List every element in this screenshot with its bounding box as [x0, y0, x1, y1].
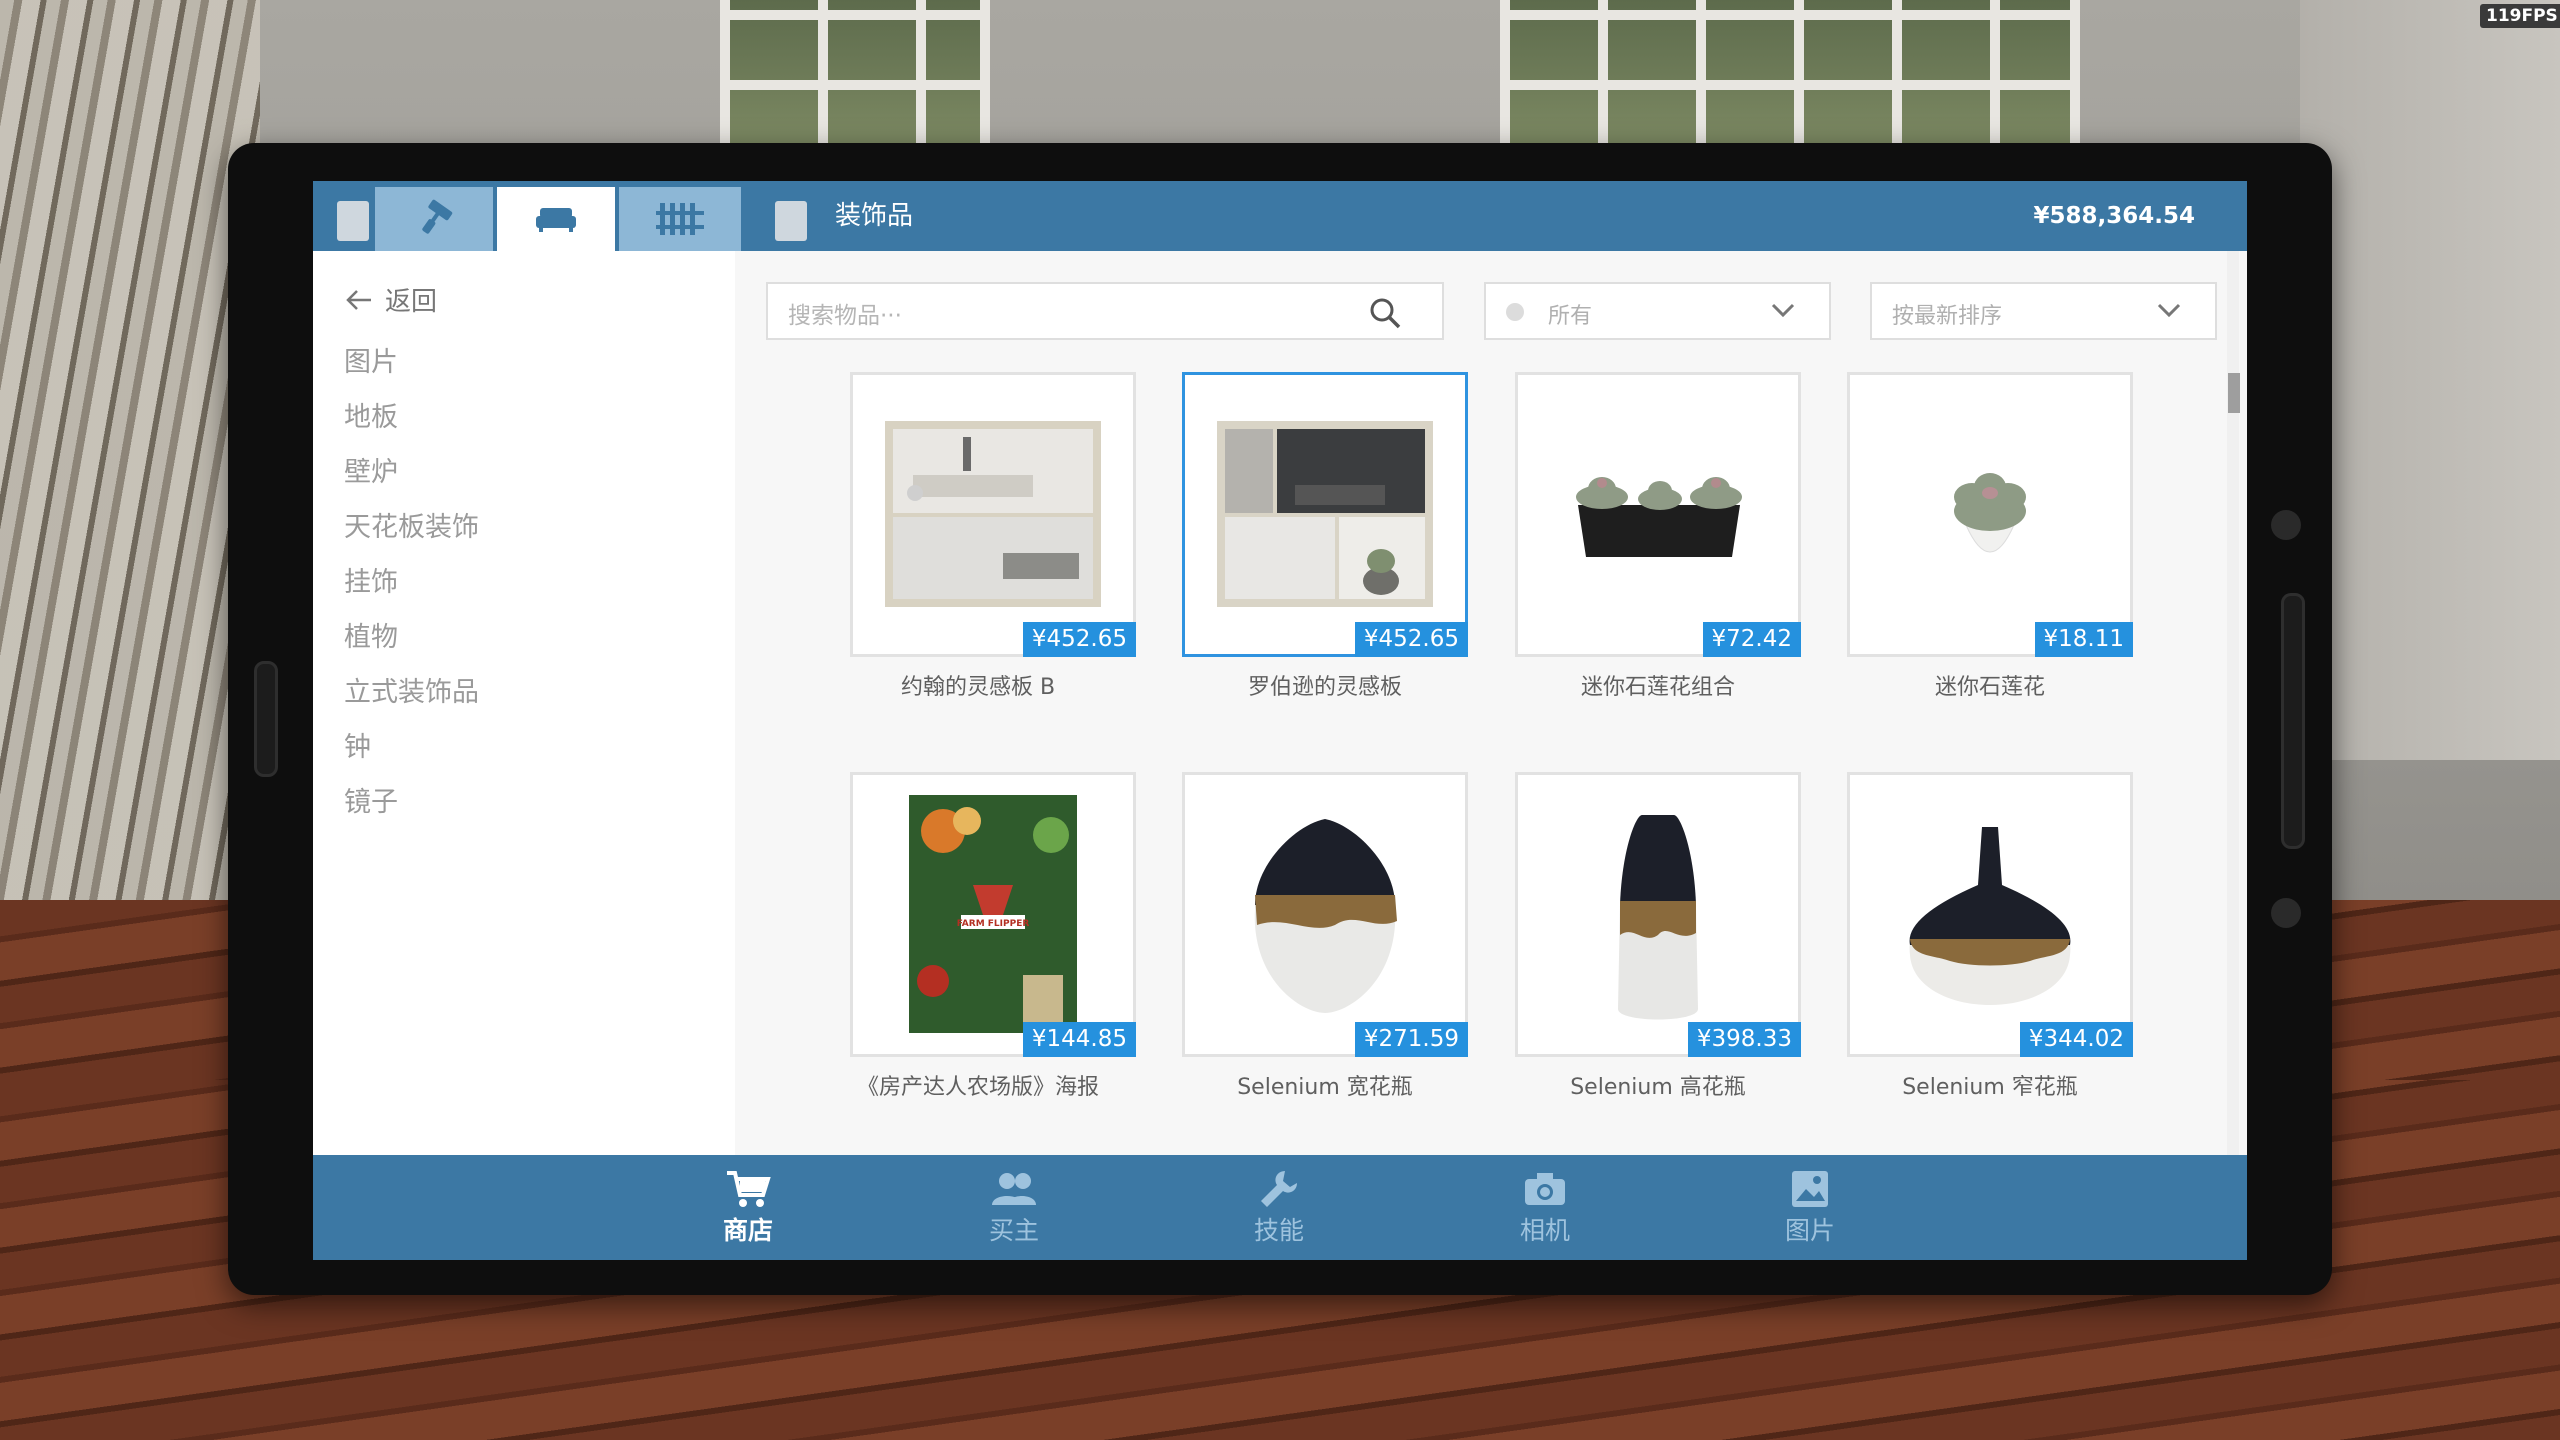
product-name: Selenium 宽花瓶 [1237, 1075, 1413, 1100]
product-card-selenium-tall-vase[interactable]: ¥398.33 [1515, 772, 1801, 1057]
price-tag: ¥144.85 [1022, 1022, 1136, 1057]
search-placeholder: 搜索物品··· [788, 303, 902, 329]
nav-camera[interactable]: 相机 [1465, 1169, 1625, 1247]
product-card-mini-echeveria[interactable]: ¥18.11 [1847, 372, 2133, 657]
product-card-farm-flipper-poster[interactable]: FARM FLIPPER ¥144.85 [850, 772, 1136, 1057]
poster-title: FARM FLIPPER [957, 919, 1030, 929]
fps-counter: 119FPS [2480, 4, 2560, 28]
nav-buyers[interactable]: 买主 [934, 1169, 1094, 1247]
category-item-clocks[interactable]: 钟 [344, 730, 479, 785]
tablet-screen: 装饰品 ¥588,364.54 返回 图片 地板 壁炉 天花板装饰 挂饰 植物 … [313, 181, 2247, 1260]
back-button[interactable]: 返回 [345, 281, 437, 318]
category-item-standing-decor[interactable]: 立式装饰品 [344, 675, 479, 730]
category-sidebar: 返回 图片 地板 壁炉 天花板装饰 挂饰 植物 立式装饰品 钟 镜子 [313, 251, 735, 1155]
tablet-side-button-right [2281, 593, 2305, 849]
sofa-icon [536, 208, 576, 232]
sort-value: 按最新排序 [1892, 304, 2003, 329]
nav-label: 图片 [1784, 1216, 1835, 1245]
price-tag: ¥398.33 [1687, 1022, 1801, 1057]
nav-label: 买主 [988, 1216, 1039, 1245]
tablet-sensor-top [2271, 510, 2301, 540]
sort-dropdown[interactable]: 按最新排序 [1870, 282, 2217, 340]
nav-label: 商店 [722, 1216, 773, 1245]
product-image [1185, 375, 1465, 654]
category-item-ceiling-decor[interactable]: 天花板装饰 [344, 510, 479, 565]
product-image [1850, 775, 2130, 1054]
price-tag: ¥271.59 [1354, 1022, 1468, 1057]
category-item-flooring[interactable]: 地板 [344, 400, 479, 455]
product-name: Selenium 窄花瓶 [1902, 1075, 2078, 1100]
page-title: 装饰品 [835, 201, 914, 231]
product-name: 迷你石莲花 [1934, 675, 2045, 700]
filter-dot-icon [1506, 303, 1524, 321]
product-name: 罗伯逊的灵感板 [1247, 675, 1402, 700]
collapse-left-button[interactable] [337, 201, 369, 241]
tab-furniture[interactable] [497, 187, 619, 251]
tab-outdoor[interactable] [619, 187, 745, 251]
product-name: 迷你石莲花组合 [1580, 675, 1735, 700]
product-image [1518, 375, 1798, 654]
product-image [1850, 375, 2130, 654]
category-item-fireplace[interactable]: 壁炉 [344, 455, 479, 510]
product-name: 《房产达人农场版》海报 [856, 1075, 1099, 1100]
tablet-side-button-left [254, 661, 278, 777]
room-window-right [1500, 0, 2080, 160]
nav-label: 相机 [1519, 1216, 1570, 1245]
category-list: 图片 地板 壁炉 天花板装饰 挂饰 植物 立式装饰品 钟 镜子 [344, 345, 479, 840]
nav-skills[interactable]: 技能 [1199, 1169, 1359, 1247]
product-card-selenium-wide-vase[interactable]: ¥271.59 [1182, 772, 1468, 1057]
arrow-left-icon [346, 289, 371, 310]
cart-icon [727, 1171, 771, 1207]
nav-pictures[interactable]: 图片 [1730, 1169, 1890, 1247]
bottom-nav: 商店 买主 技能 相机 图片 [313, 1155, 2247, 1260]
search-icon[interactable] [1368, 296, 1402, 330]
back-label: 返回 [385, 287, 438, 317]
room-window-left [720, 0, 990, 160]
product-name: Selenium 高花瓶 [1570, 1075, 1746, 1100]
product-card-selenium-narrow-vase[interactable]: ¥344.02 [1847, 772, 2133, 1057]
price-tag: ¥18.11 [2034, 622, 2133, 657]
product-card-inspiration-board-robertson[interactable]: ¥452.65 [1182, 372, 1468, 657]
picture-icon [1792, 1171, 1828, 1207]
breadcrumb-marker [775, 201, 807, 241]
tab-renovation[interactable] [375, 187, 497, 251]
price-tag: ¥452.65 [1022, 622, 1136, 657]
camera-icon [1525, 1173, 1565, 1205]
category-item-plants[interactable]: 植物 [344, 620, 479, 675]
money-balance: ¥588,364.54 [2033, 203, 2195, 229]
chevron-down-icon [1771, 303, 1795, 318]
product-card-inspiration-board-b[interactable]: ¥452.65 [850, 372, 1136, 657]
top-bar: 装饰品 ¥588,364.54 [313, 181, 2247, 251]
category-item-pictures[interactable]: 图片 [344, 345, 479, 400]
search-input[interactable]: 搜索物品··· [766, 282, 1444, 340]
tablet-sensor-bottom [2271, 898, 2301, 928]
nav-label: 技能 [1253, 1216, 1304, 1245]
product-image [853, 375, 1133, 654]
price-tag: ¥344.02 [2019, 1022, 2133, 1057]
paint-roller-icon [422, 199, 453, 234]
wrench-icon [1261, 1171, 1297, 1207]
product-image [1185, 775, 1465, 1054]
product-card-mini-echeveria-set[interactable]: ¥72.42 [1515, 372, 1801, 657]
category-filter-dropdown[interactable]: 所有 [1484, 282, 1831, 340]
product-image: FARM FLIPPER [853, 775, 1133, 1054]
fence-icon [656, 203, 704, 235]
nav-shop[interactable]: 商店 [668, 1169, 828, 1247]
chevron-down-icon [2157, 303, 2181, 318]
category-item-wall-hangings[interactable]: 挂饰 [344, 565, 479, 620]
buyers-icon [992, 1173, 1036, 1205]
product-name: 约翰的灵感板 B [900, 675, 1056, 700]
scrollbar-thumb[interactable] [2228, 373, 2240, 413]
price-tag: ¥72.42 [1702, 622, 1801, 657]
category-item-mirrors[interactable]: 镜子 [344, 785, 479, 840]
product-image [1518, 775, 1798, 1054]
room-corner-wall [2300, 0, 2560, 760]
price-tag: ¥452.65 [1354, 622, 1468, 657]
category-filter-value: 所有 [1548, 304, 1593, 329]
